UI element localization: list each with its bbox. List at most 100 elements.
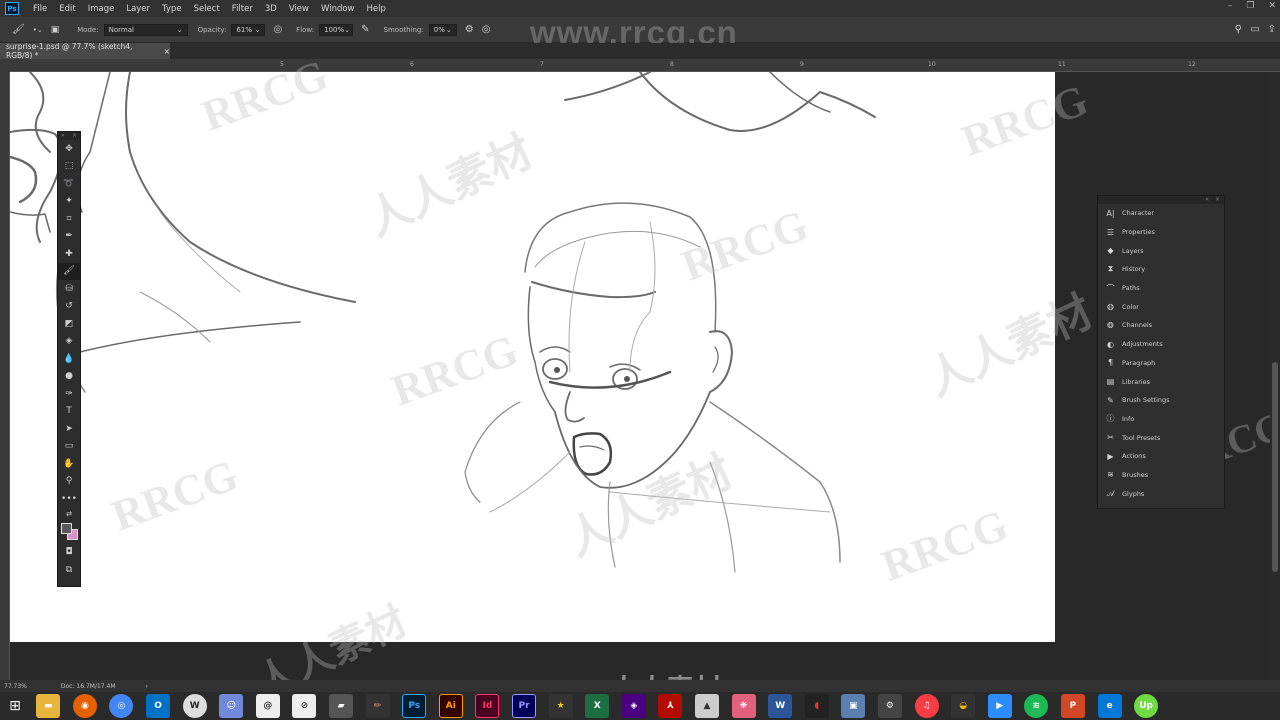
clone-stamp-tool-icon[interactable]: ⛁ <box>58 280 80 298</box>
panel-item-paragraph[interactable]: ¶ Paragraph <box>1098 354 1224 373</box>
app-gradient-icon[interactable]: ❋ <box>731 694 756 718</box>
panel-item-brushes[interactable]: ≋ Brushes <box>1098 466 1224 485</box>
app-bucket-icon[interactable]: ◒ <box>951 694 976 718</box>
ruler-top[interactable]: 5 6 7 8 9 10 11 12 <box>10 59 1280 72</box>
rectangle-tool-icon[interactable]: ▭ <box>58 438 80 456</box>
excel-icon[interactable]: X <box>585 694 610 718</box>
app-link-icon[interactable]: ⊘ <box>292 694 317 718</box>
opacity-input[interactable]: 61% ⌄ <box>231 23 266 36</box>
zoom-level[interactable]: 77.73% <box>4 683 27 690</box>
brush-settings-toggle-icon[interactable]: ▣ <box>51 25 60 35</box>
menu-3d[interactable]: 3D <box>259 4 283 14</box>
upwork-icon[interactable]: Up <box>1134 694 1159 718</box>
more-tools-icon[interactable]: ••• <box>58 490 80 508</box>
airbrush-icon[interactable]: ✎ <box>361 24 369 35</box>
panel-item-libraries[interactable]: ▤ Libraries <box>1098 372 1224 391</box>
menu-image[interactable]: Image <box>82 4 121 14</box>
app-drop-icon[interactable]: ▲ <box>694 694 719 718</box>
close-icon[interactable]: ✕ <box>1268 1 1276 11</box>
minimize-icon[interactable]: – <box>1228 1 1233 11</box>
lasso-tool-icon[interactable]: ➰ <box>58 175 80 193</box>
magic-wand-tool-icon[interactable]: ✦ <box>58 193 80 211</box>
app-gear-icon[interactable]: ⚙ <box>877 694 902 718</box>
app-dark-icon[interactable]: ◖ <box>804 694 829 718</box>
quick-mask-icon[interactable]: ◘ <box>58 544 80 562</box>
menu-filter[interactable]: Filter <box>226 4 259 14</box>
paint-bucket-tool-icon[interactable]: ◈ <box>58 333 80 351</box>
brush-tool-icon[interactable]: 🖌 <box>58 262 80 280</box>
status-menu-icon[interactable]: › <box>146 683 148 690</box>
star-app-icon[interactable]: ★ <box>548 694 573 718</box>
brush-preset-picker-icon[interactable]: •⌄ <box>33 26 43 34</box>
panel-item-paths[interactable]: ⌒ Paths <box>1098 279 1224 298</box>
itunes-icon[interactable]: ♫ <box>914 694 939 718</box>
chrome-icon[interactable]: ◎ <box>109 694 134 718</box>
menu-type[interactable]: Type <box>156 4 188 14</box>
zoom-tool-icon[interactable]: ⚲ <box>58 473 80 491</box>
tab-document[interactable]: surprise-1.psd @ 77.7% (sketch4, RGB/8) … <box>0 42 170 60</box>
type-tool-icon[interactable]: T <box>58 403 80 421</box>
screen-mode-icon[interactable]: ⧉ <box>58 561 80 579</box>
menu-edit[interactable]: Edit <box>53 4 81 14</box>
panel-item-brush-settings[interactable]: ✎ Brush Settings <box>1098 391 1224 410</box>
eyedropper-tool-icon[interactable]: ✒ <box>58 228 80 246</box>
wacom-icon[interactable]: W <box>182 694 207 718</box>
firefox-icon[interactable]: ◉ <box>72 694 97 718</box>
edge-icon[interactable]: e <box>1097 694 1122 718</box>
premiere-icon[interactable]: Pr <box>512 694 537 718</box>
move-tool-icon[interactable]: ✥ <box>58 140 80 158</box>
pen-tool-icon[interactable]: ✑ <box>58 385 80 403</box>
panel-item-actions[interactable]: ▶ Actions <box>1098 447 1224 466</box>
brush-tool-icon[interactable]: 🖌 <box>12 24 25 35</box>
foreground-color[interactable] <box>61 522 72 534</box>
document-canvas[interactable] <box>10 72 1055 642</box>
photoshop-taskbar-icon[interactable]: Ps <box>402 694 427 718</box>
path-selection-tool-icon[interactable]: ➤ <box>58 420 80 438</box>
powerpoint-icon[interactable]: P <box>1060 694 1085 718</box>
ruler-left[interactable] <box>0 72 10 680</box>
panel-item-tool-presets[interactable]: ✂ Tool Presets <box>1098 428 1224 447</box>
spotify-icon[interactable]: ≋ <box>1024 694 1049 718</box>
healing-brush-tool-icon[interactable]: ✚ <box>58 245 80 263</box>
zoom-icon[interactable]: ▶ <box>987 694 1012 718</box>
pressure-opacity-icon[interactable]: ◎ <box>273 24 282 35</box>
discord-icon[interactable]: ☺ <box>219 694 244 718</box>
app-purple-icon[interactable]: ◈ <box>621 694 646 718</box>
dodge-tool-icon[interactable]: ● <box>58 368 80 386</box>
color-swatches[interactable] <box>58 520 80 544</box>
pencil-app-icon[interactable]: ✏ <box>365 694 390 718</box>
smoothing-input[interactable]: 0% ⌄ <box>428 23 457 36</box>
menu-window[interactable]: Window <box>315 4 361 14</box>
panel-item-properties[interactable]: ☰ Properties <box>1098 223 1224 242</box>
marquee-tool-icon[interactable]: ⬚ <box>58 158 80 176</box>
menu-help[interactable]: Help <box>361 4 392 14</box>
word-icon[interactable]: W <box>768 694 793 718</box>
panel-item-color[interactable]: ◍ Color <box>1098 297 1224 316</box>
outlook-icon[interactable]: O <box>146 694 171 718</box>
vertical-scrollbar[interactable] <box>1270 72 1280 680</box>
indesign-icon[interactable]: Id <box>475 694 500 718</box>
app-active-icon[interactable]: ▣ <box>841 694 866 718</box>
panel-item-info[interactable]: ⓘ Info <box>1098 410 1224 429</box>
panel-dock-header[interactable]: «× <box>1098 196 1224 204</box>
crop-tool-icon[interactable]: ⌗ <box>58 210 80 228</box>
gear-icon[interactable]: ⚙ <box>465 24 474 35</box>
eraser-tool-icon[interactable]: ◩ <box>58 315 80 333</box>
panel-item-layers[interactable]: ◆ Layers <box>1098 241 1224 260</box>
panel-item-channels[interactable]: ❂ Channels <box>1098 316 1224 335</box>
illustrator-icon[interactable]: Ai <box>438 694 463 718</box>
history-brush-tool-icon[interactable]: ↺ <box>58 298 80 316</box>
menu-select[interactable]: Select <box>188 4 226 14</box>
app-eraser-icon[interactable]: ▰ <box>329 694 354 718</box>
panel-item-glyphs[interactable]: 𝒜 Glyphs <box>1098 484 1224 503</box>
panel-item-character[interactable]: A| Character <box>1098 204 1224 223</box>
app-spiral-icon[interactable]: @ <box>255 694 280 718</box>
flow-input[interactable]: 100% ⌄ <box>319 23 354 36</box>
workspace-icon[interactable]: ▭ <box>1251 24 1260 35</box>
menu-view[interactable]: View <box>283 4 315 14</box>
blur-tool-icon[interactable]: 💧 <box>58 350 80 368</box>
scrollbar-thumb[interactable] <box>1272 362 1278 572</box>
hand-tool-icon[interactable]: ✋ <box>58 455 80 473</box>
panel-item-history[interactable]: ⧗ History <box>1098 260 1224 279</box>
tools-panel-header[interactable]: » × <box>58 132 80 140</box>
